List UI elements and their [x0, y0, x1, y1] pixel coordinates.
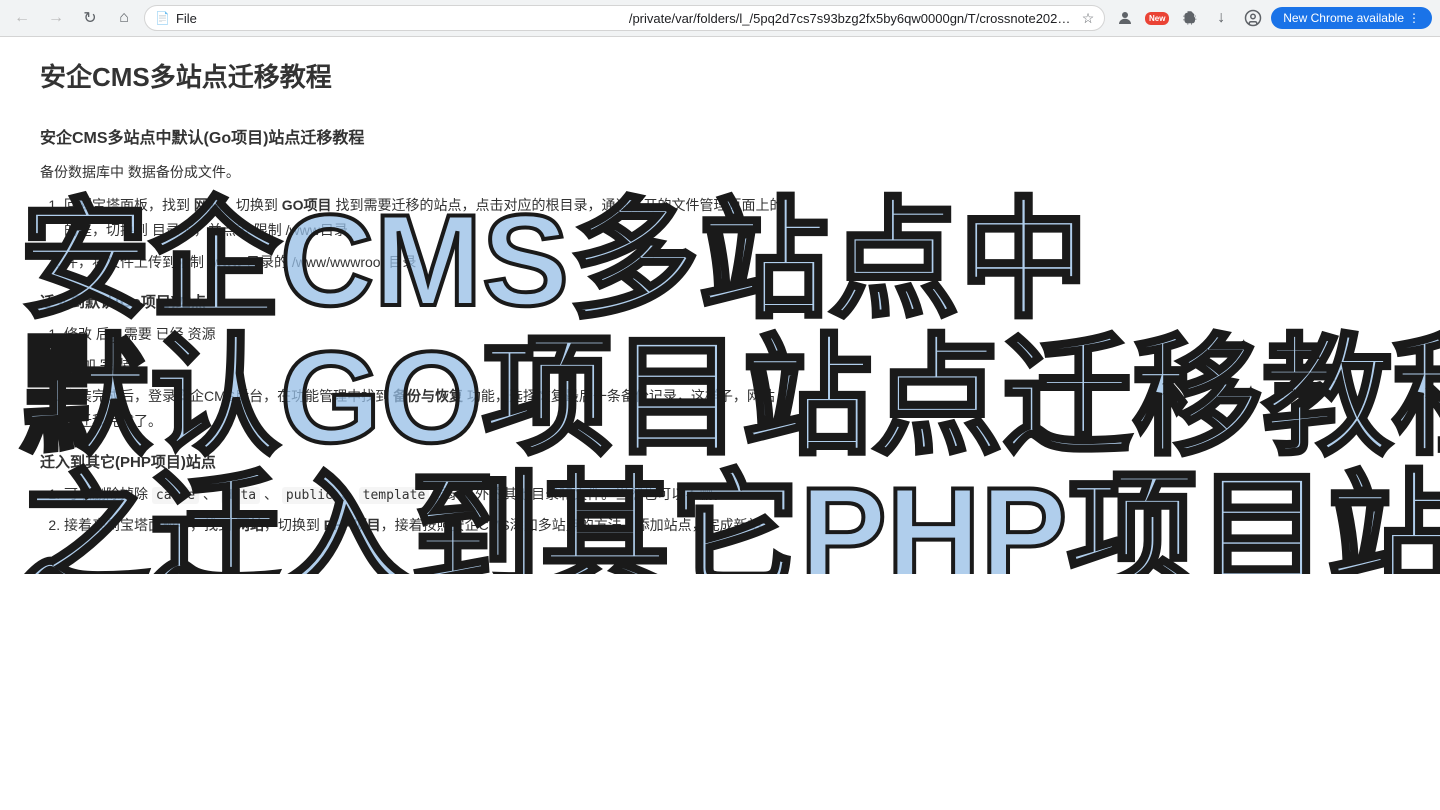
section2-steps: 修改 后，需要 已经 资源 接 加 完 装。 安装完成后，登录安企CMS后台，在… [40, 322, 1400, 435]
toolbar-icons: New ↓ New Chrome available ⋮ [1111, 4, 1432, 32]
downloads-button[interactable]: ↓ [1207, 4, 1235, 32]
section2-title: 迁入到默认(Go项目)站点 [40, 291, 1400, 312]
intro-text: 备份数据库中 数据备份成文件。 [40, 164, 240, 180]
list-item: 接着来到宝塔面板中，找到 网站，切换到 PHP项目，接着按照安企CMS添加多站点… [64, 513, 1400, 538]
list-item: 件，将文件上传到限制 /www 目录的 /www/wwwroot 目录 [64, 250, 1400, 275]
list-item: 接 加 完 装。 [64, 353, 1400, 378]
list-item: 修改 后，需要 已经 资源 [64, 322, 1400, 347]
main-title: 安企CMS多站点迁移教程 [40, 57, 1400, 94]
section4: 迁入到其它(PHP项目)站点 可以删除掉除 cache 、 data 、 pub… [40, 451, 1400, 539]
code-data: data [221, 487, 260, 504]
section2: 迁入到默认(Go项目)站点 修改 后，需要 已经 资源 接 加 完 装。 安装完… [40, 291, 1400, 435]
list-item: 回到宝塔面板，找到 网站，切换到 GO项目 找到需要迁移的站点，点击对应的根目录… [64, 193, 1400, 243]
bookmark-button[interactable]: ☆ [1082, 10, 1095, 27]
list-item: 可以删除掉除 cache 、 data 、 public 、 template … [64, 482, 1400, 507]
reload-button[interactable]: ↻ [76, 4, 104, 32]
profile-button[interactable] [1111, 4, 1139, 32]
list-item: 安装完成后，登录安企CMS后台，在功能管理中找到 备份与恢复 功能，选择恢复最后… [64, 384, 1400, 434]
back-button[interactable]: ← [8, 4, 36, 32]
extensions-button[interactable] [1175, 4, 1203, 32]
new-badge-button[interactable]: New [1143, 4, 1171, 32]
chrome-browser-bar: ← → ↻ ⌂ 📄 File /private/var/folders/l_/5… [0, 0, 1440, 37]
section1-intro: 备份数据库中 数据备份成文件。 [40, 160, 1400, 185]
avatar-button[interactable] [1239, 4, 1267, 32]
address-bar[interactable]: 📄 File /private/var/folders/l_/5pq2d7cs7… [144, 5, 1105, 31]
more-icon: ⋮ [1408, 11, 1420, 25]
new-chrome-button[interactable]: New Chrome available ⋮ [1271, 7, 1432, 29]
forward-button[interactable]: → [42, 4, 70, 32]
file-icon: 📄 [155, 11, 170, 25]
address-url: /private/var/folders/l_/5pq2d7cs7s93bzg2… [629, 11, 1076, 26]
section1-steps: 回到宝塔面板，找到 网站，切换到 GO项目 找到需要迁移的站点，点击对应的根目录… [40, 193, 1400, 275]
section4-steps: 可以删除掉除 cache 、 data 、 public 、 template … [40, 482, 1400, 539]
code-public: public [282, 487, 337, 504]
address-prefix: File [176, 11, 623, 26]
code-template: template [359, 487, 430, 504]
page-content: 安企CMS多站点迁移教程 安企CMS多站点中默认(Go项目)站点迁移教程 备份数… [0, 37, 1440, 574]
section1-title: 安企CMS多站点中默认(Go项目)站点迁移教程 [40, 124, 1400, 148]
code-cache: cache [152, 487, 199, 504]
new-chrome-label: New Chrome available [1283, 11, 1404, 25]
section4-title: 迁入到其它(PHP项目)站点 [40, 451, 1400, 472]
home-button[interactable]: ⌂ [110, 4, 138, 32]
